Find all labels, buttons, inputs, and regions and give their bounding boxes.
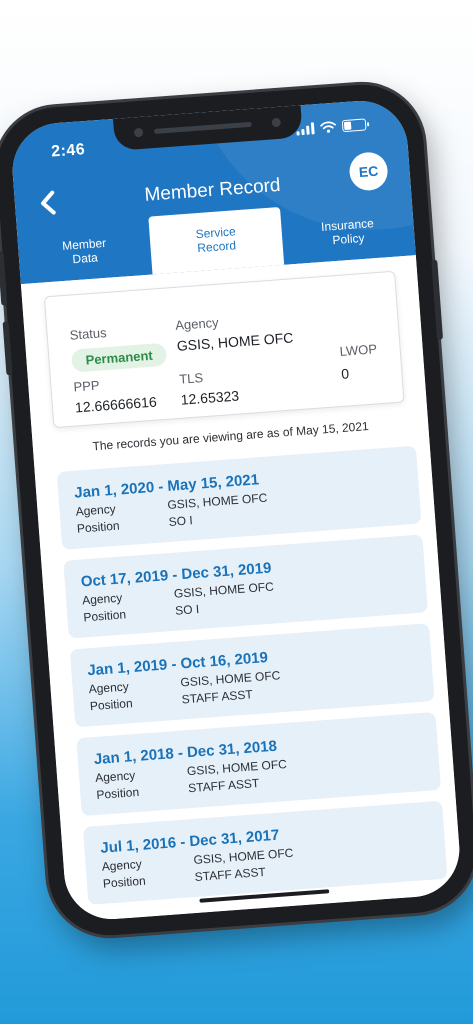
ppp-value: 12.66666616	[74, 393, 158, 416]
agency-label: Agency	[174, 314, 220, 333]
summary-card: Status Permanent Agency GSIS, HOME OFC P…	[43, 270, 405, 429]
record-position-label: Position	[95, 784, 140, 802]
record-position: STAFF ASST	[194, 864, 267, 884]
record-position: STAFF ASST	[187, 776, 260, 796]
record-position-label: Position	[89, 696, 134, 714]
status-badge: Permanent	[70, 342, 168, 373]
speaker-grille	[153, 121, 252, 134]
lwop-value: 0	[340, 365, 350, 382]
service-record-content: Status Permanent Agency GSIS, HOME OFC P…	[20, 255, 463, 923]
record-item[interactable]: Jul 1, 2016 - Dec 31, 2017 Agency GSIS, H…	[82, 800, 448, 905]
record-position: SO I	[168, 513, 194, 529]
records-list: Jan 1, 2020 - May 15, 2021 Agency GSIS, H…	[56, 445, 449, 916]
agency-value: GSIS, HOME OFC	[176, 329, 294, 354]
tls-label: TLS	[178, 370, 204, 387]
phone-device: 2:46 Member Record EC Member Data Servic…	[0, 80, 473, 940]
tls-value: 12.65323	[180, 387, 240, 408]
sensor-icon	[271, 117, 282, 128]
record-item[interactable]: Jan 1, 2019 - Oct 16, 2019 Agency GSIS, H…	[69, 623, 435, 728]
record-position: STAFF ASST	[181, 687, 254, 707]
battery-icon	[341, 118, 367, 133]
tab-service-record[interactable]: Service Record	[148, 206, 285, 275]
camera-icon	[133, 127, 144, 138]
signal-icon	[296, 122, 315, 136]
record-item[interactable]: Jan 1, 2018 - Dec 31, 2018 Agency GSIS, H…	[76, 711, 442, 817]
ppp-label: PPP	[73, 377, 101, 395]
lwop-label: LWOP	[339, 341, 378, 359]
record-position-label: Position	[82, 607, 127, 625]
record-item[interactable]: Jan 1, 2020 - May 15, 2021 Agency GSIS, H…	[56, 445, 422, 550]
record-item[interactable]: Oct 17, 2019 - Dec 31, 2019 Agency GSIS, …	[63, 534, 429, 639]
status-label: Status	[69, 325, 108, 343]
app-header: 2:46 Member Record EC Member Data Servic…	[9, 97, 416, 285]
record-position: SO I	[174, 601, 200, 618]
record-position-label: Position	[102, 873, 147, 891]
status-icons	[296, 118, 367, 136]
app-screen: 2:46 Member Record EC Member Data Servic…	[9, 97, 463, 923]
status-time: 2:46	[50, 141, 86, 161]
wifi-icon	[320, 121, 336, 133]
record-position-label: Position	[76, 518, 121, 536]
